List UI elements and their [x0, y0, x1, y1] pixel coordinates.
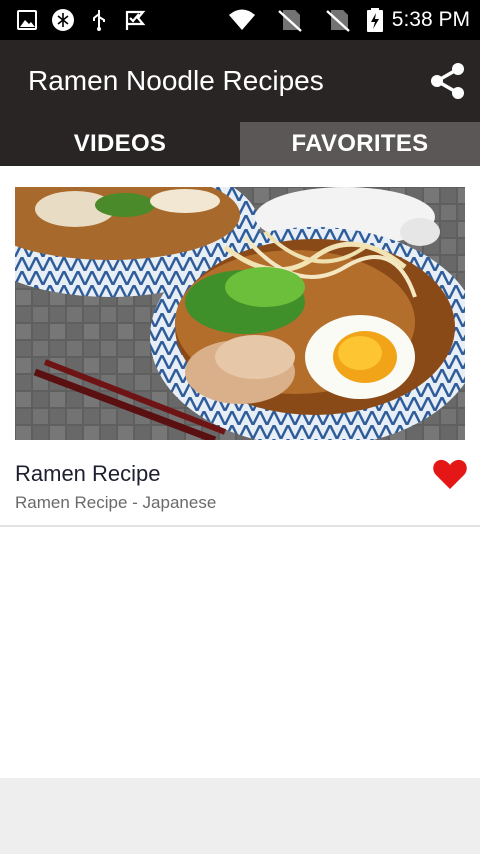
- page-title: Ramen Noodle Recipes: [28, 65, 324, 96]
- app-bar: Ramen Noodle Recipes: [0, 40, 480, 122]
- no-sim-icon: [276, 8, 304, 32]
- share-button[interactable]: [424, 57, 472, 105]
- video-thumbnail[interactable]: [15, 187, 465, 440]
- status-bar: 5:38 PM: [0, 0, 480, 40]
- list-item[interactable]: Ramen Recipe Ramen Recipe - Japanese: [0, 166, 480, 527]
- video-subtitle: Ramen Recipe - Japanese: [15, 493, 217, 512]
- sync-icon: [50, 8, 76, 32]
- tab-label: FAVORITES: [291, 130, 429, 157]
- wifi-icon: [228, 8, 256, 32]
- battery-charging-icon: [366, 8, 384, 32]
- tab-bar: VIDEOS FAVORITES: [0, 122, 480, 166]
- video-title: Ramen Recipe: [15, 461, 161, 486]
- favorite-button[interactable]: [430, 454, 470, 494]
- share-icon: [431, 63, 464, 99]
- video-list: Ramen Recipe Ramen Recipe - Japanese: [0, 166, 480, 778]
- status-time: 5:38 PM: [391, 8, 470, 31]
- tab-label: VIDEOS: [73, 130, 167, 157]
- image-icon: [16, 8, 38, 32]
- divider: [0, 525, 480, 527]
- usb-icon: [90, 8, 108, 32]
- tab-videos[interactable]: VIDEOS: [0, 122, 240, 166]
- tab-favorites[interactable]: FAVORITES: [240, 122, 480, 166]
- no-sim-icon: [324, 8, 352, 32]
- bottom-area: [0, 778, 480, 854]
- check-flag-icon: [124, 8, 146, 32]
- heart-icon: [433, 459, 467, 489]
